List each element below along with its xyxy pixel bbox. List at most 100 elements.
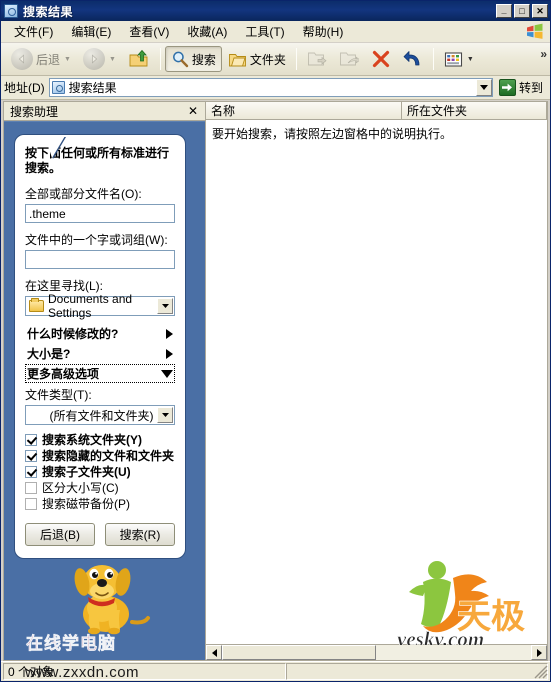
dog-icon xyxy=(74,565,150,635)
up-folder-icon xyxy=(129,49,148,67)
chevron-right-icon xyxy=(166,348,173,359)
close-button[interactable]: ✕ xyxy=(532,4,548,18)
checkbox-search-tape-backup[interactable] xyxy=(25,498,37,510)
undo-arrow-icon xyxy=(403,50,420,65)
lookin-dropdown[interactable]: Documents and Settings xyxy=(25,292,175,320)
checkbox-row-search-system-folders[interactable]: 搜索系统文件夹(Y) xyxy=(25,433,175,447)
checkbox-search-system-folders[interactable] xyxy=(25,434,37,446)
word-label: 文件中的一个字或词组(W): xyxy=(25,233,168,247)
search-action-buttons: 后退(B) 搜索(R) xyxy=(25,523,175,546)
copy-to-folder-icon xyxy=(339,52,359,66)
move-to-folder-icon xyxy=(307,52,327,66)
resize-grip-icon[interactable] xyxy=(534,665,548,679)
search-pane-close-icon[interactable]: ✕ xyxy=(186,105,200,117)
chevron-down-icon xyxy=(161,413,169,417)
minimize-icon: _ xyxy=(501,5,507,15)
search-pane-background: 按下面任何或所有标准进行搜索。 全部或部分文件名(O): 文件中的一个字或词组(… xyxy=(4,121,205,660)
checkbox-label: 搜索子文件夹(U) xyxy=(42,465,131,479)
filename-label: 全部或部分文件名(O): xyxy=(25,187,142,201)
delete-x-icon xyxy=(372,50,390,68)
what-size-label: 大小是? xyxy=(27,347,71,361)
menu-edit[interactable]: 编辑(E) xyxy=(62,21,120,42)
back-dropdown-icon[interactable]: ▼ xyxy=(64,56,71,63)
checkbox-row-search-subfolders[interactable]: 搜索子文件夹(U) xyxy=(25,465,175,479)
menu-help[interactable]: 帮助(H) xyxy=(294,21,353,42)
menu-bar: 文件(F) 编辑(E) 查看(V) 收藏(A) 工具(T) 帮助(H) xyxy=(1,21,550,43)
checkbox-search-subfolders[interactable] xyxy=(25,466,37,478)
toolbar-separator-2 xyxy=(295,48,297,70)
menu-file[interactable]: 文件(F) xyxy=(5,21,62,42)
maximize-button[interactable]: □ xyxy=(514,4,530,18)
address-value: 搜索结果 xyxy=(68,81,117,95)
checkbox-row-case-sensitive[interactable]: 区分大小写(C) xyxy=(25,481,175,495)
checkbox-label: 区分大小写(C) xyxy=(42,481,119,495)
copy-to-button[interactable] xyxy=(333,46,365,72)
main-toolbar: 后退 ▼ ▼ 搜索 文件夹 ▼ » xyxy=(1,43,550,76)
move-to-button[interactable] xyxy=(301,46,333,72)
forward-arrow-icon xyxy=(82,48,105,70)
checkbox-case-sensitive[interactable] xyxy=(25,482,37,494)
scrollbar-thumb[interactable] xyxy=(222,645,376,660)
menu-favorites[interactable]: 收藏(A) xyxy=(178,21,236,42)
magnifier-icon xyxy=(172,51,189,68)
filetype-label: 文件类型(T): xyxy=(25,388,92,402)
column-header-in-folder[interactable]: 所在文件夹 xyxy=(402,102,547,119)
address-input[interactable]: 搜索结果 xyxy=(48,78,493,97)
menu-view[interactable]: 查看(V) xyxy=(120,21,178,42)
scroll-left-button[interactable] xyxy=(206,645,222,660)
address-label: 地址(D) xyxy=(4,81,45,95)
minimize-button[interactable]: _ xyxy=(496,4,512,18)
delete-button[interactable] xyxy=(365,46,397,72)
up-button[interactable] xyxy=(122,46,156,72)
undo-button[interactable] xyxy=(397,46,429,72)
scrollbar-track[interactable] xyxy=(222,645,531,660)
forward-dropdown-icon[interactable]: ▼ xyxy=(109,56,116,63)
search-balloon: 按下面任何或所有标准进行搜索。 全部或部分文件名(O): 文件中的一个字或词组(… xyxy=(15,135,185,558)
checkbox-row-search-tape-backup[interactable]: 搜索磁带备份(P) xyxy=(25,497,175,511)
back-arrow-icon xyxy=(11,48,33,70)
folders-button[interactable]: 文件夹 xyxy=(222,46,292,72)
checkbox-search-hidden-files[interactable] xyxy=(25,450,37,462)
views-dropdown-icon[interactable]: ▼ xyxy=(467,56,474,63)
chevron-left-icon xyxy=(211,648,217,657)
forward-button[interactable]: ▼ xyxy=(77,46,122,72)
folders-button-label: 文件夹 xyxy=(249,52,286,67)
list-column-headers: 名称 所在文件夹 xyxy=(206,102,547,120)
search-companion-pane: 搜索助理 ✕ 按下面任何或所有标准进行搜索。 全部或部分文件名(O): 文件中的… xyxy=(3,101,205,661)
search-dog-mascot[interactable] xyxy=(60,552,156,640)
search-button[interactable]: 搜索 xyxy=(164,46,222,72)
address-document-icon xyxy=(51,81,65,94)
lookin-dropdown-arrow[interactable] xyxy=(157,298,173,314)
lookin-value: Documents and Settings xyxy=(48,292,133,320)
views-button[interactable]: ▼ xyxy=(438,46,480,72)
more-advanced-label: 更多高级选项 xyxy=(27,367,100,381)
horizontal-scrollbar[interactable] xyxy=(206,644,547,660)
status-bar: 0 个对象 www.zxxdn.com xyxy=(1,661,550,681)
toolbar-overflow-chevron[interactable]: » xyxy=(540,47,547,61)
checkbox-row-search-hidden[interactable]: 搜索隐藏的文件和文件夹 xyxy=(25,449,175,463)
more-advanced-options-row[interactable]: 更多高级选项 xyxy=(25,364,175,383)
filetype-dropdown[interactable]: (所有文件和文件夹) xyxy=(25,405,175,425)
scroll-right-button[interactable] xyxy=(531,645,547,660)
menu-tools[interactable]: 工具(T) xyxy=(236,21,293,42)
chevron-right-icon xyxy=(166,328,173,339)
search-pane-header: 搜索助理 ✕ xyxy=(4,102,205,121)
balloon-tail xyxy=(45,136,65,158)
start-search-button[interactable]: 搜索(R) xyxy=(105,523,175,546)
back-button[interactable]: 后退 ▼ xyxy=(5,46,77,72)
go-button[interactable]: 转到 xyxy=(497,79,547,96)
address-dropdown-button[interactable] xyxy=(475,79,492,96)
what-size-row[interactable]: 大小是? xyxy=(25,344,175,363)
checkbox-label: 搜索隐藏的文件和文件夹 xyxy=(42,449,175,463)
filetype-value: (所有文件和文件夹) xyxy=(49,408,154,423)
word-input[interactable] xyxy=(25,250,175,269)
search-button-label: 搜索 xyxy=(191,52,216,67)
windows-flag-icon xyxy=(527,23,543,39)
column-header-name[interactable]: 名称 xyxy=(206,102,402,119)
back-step-button[interactable]: 后退(B) xyxy=(25,523,95,546)
chevron-down-icon xyxy=(161,304,169,308)
window-title: 搜索结果 xyxy=(23,4,74,19)
when-modified-row[interactable]: 什么时候修改的? xyxy=(25,324,175,343)
filetype-dropdown-arrow[interactable] xyxy=(157,407,173,423)
filename-input[interactable] xyxy=(25,204,175,223)
